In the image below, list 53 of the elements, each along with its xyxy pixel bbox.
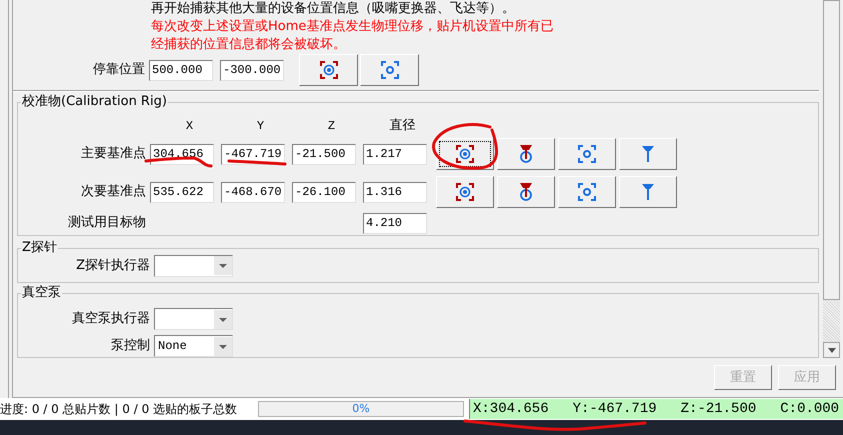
x-input-field[interactable]: 500.000 xyxy=(149,60,213,80)
column-header: 直径 xyxy=(388,117,416,136)
tool-button[interactable] xyxy=(436,176,494,208)
field-label: 真空泵执行器 xyxy=(71,310,151,328)
column-header: X xyxy=(184,118,194,135)
coordinate-input-field[interactable]: 1.217 xyxy=(363,144,427,164)
coordinate-input-field[interactable]: 535.622 xyxy=(150,182,214,202)
y-input-field[interactable]: -300.000 xyxy=(220,60,284,80)
field-label: 次要基准点 xyxy=(80,183,147,202)
camera-target-icon xyxy=(456,145,474,163)
dropdown[interactable] xyxy=(154,254,233,276)
notice-text: 再开始捕获其他大量的设备位置信息（吸嘴更换器、飞达等）。 xyxy=(151,0,516,18)
column-header: Z xyxy=(326,118,336,135)
field-label: 泵控制 xyxy=(110,337,151,356)
field-label: 主要基准点 xyxy=(80,145,147,164)
tool-button[interactable] xyxy=(497,176,555,208)
diameter-input-field[interactable]: 4.210 xyxy=(363,212,427,234)
notice-text: 每次改变上述设置或Home基准点发生物理位移，贴片机设置中所有已 xyxy=(151,18,554,36)
camera-circle-icon xyxy=(380,61,398,79)
nozzle-target-icon xyxy=(519,144,533,164)
camera-circle-icon xyxy=(578,183,596,201)
group-title: 校准物(Calibration Rig) xyxy=(21,93,168,111)
coordinate-readout: C:0.000 xyxy=(780,400,840,418)
scroll-down-button[interactable] xyxy=(823,342,840,358)
notice-text: 经捕获的位置信息都将会被破坏。 xyxy=(151,36,347,54)
nozzle-target-icon xyxy=(519,182,533,202)
annotation-underline xyxy=(144,156,212,168)
coordinate-readout: X:304.656 xyxy=(473,400,549,418)
dropdown[interactable]: None xyxy=(154,335,233,357)
camera-target-icon xyxy=(456,183,474,201)
camera-circle-icon xyxy=(578,145,596,163)
coordinate-input-field[interactable]: -26.100 xyxy=(292,182,356,202)
field-label: Z探针执行器 xyxy=(75,256,151,275)
scrollbar[interactable] xyxy=(823,0,840,358)
scroll-down-icon xyxy=(828,348,836,352)
coordinate-readout: Y:-467.719 xyxy=(572,400,657,418)
coordinate-input-field[interactable]: -468.670 xyxy=(221,182,285,202)
progress-reading: 0% xyxy=(352,400,370,417)
scroll-thumb[interactable] xyxy=(823,0,840,300)
nozzle-icon xyxy=(641,183,655,201)
progress-text: 进度: 0 / 0 总贴片数 | 0 / 0 选贴的板子总数 xyxy=(0,401,238,418)
coordinate-input-field[interactable]: 1.316 xyxy=(363,182,427,202)
camera-target-icon xyxy=(320,61,338,79)
nozzle-icon xyxy=(641,145,655,163)
coordinate-input-field[interactable]: -21.500 xyxy=(292,144,356,164)
column-header: Y xyxy=(256,118,266,135)
tool-button[interactable] xyxy=(299,54,358,86)
dropdown[interactable] xyxy=(154,308,233,330)
coordinate-readout: Z:-21.500 xyxy=(680,400,756,418)
field-label: 停靠位置 xyxy=(92,61,146,80)
annotation-underline xyxy=(228,160,286,166)
field-label: 测试用目标物 xyxy=(67,214,147,232)
tool-button[interactable] xyxy=(497,138,555,170)
